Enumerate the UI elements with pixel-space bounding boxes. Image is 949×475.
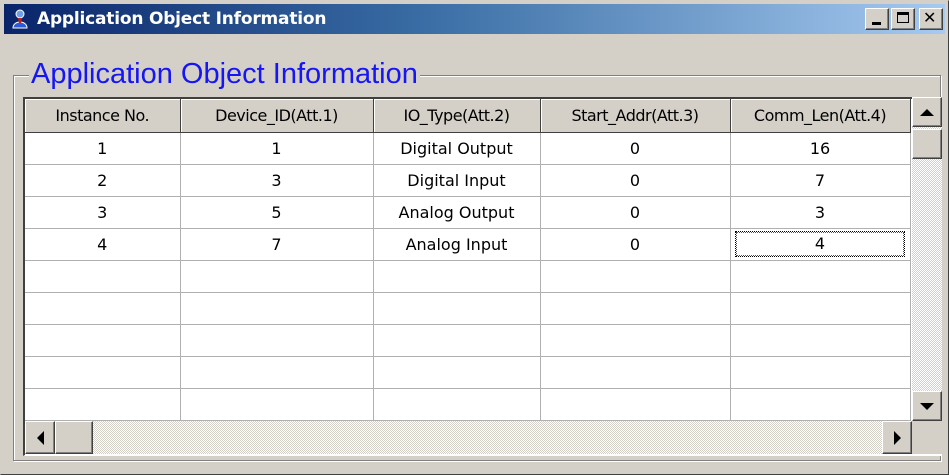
application-window: Application Object Information ✕ Applica… (0, 0, 949, 475)
arrow-down-icon (920, 402, 934, 410)
table-cell[interactable]: 4 (25, 228, 181, 261)
table-cell[interactable]: Analog Input (373, 228, 541, 261)
group-title: Application Object Information (29, 57, 420, 91)
table-cell[interactable]: 0 (540, 132, 731, 165)
vertical-scrollbar[interactable] (912, 97, 942, 421)
focused-cell[interactable]: 4 (730, 228, 911, 261)
table-cell[interactable]: 7 (730, 164, 911, 197)
vertical-scroll-thumb[interactable] (912, 129, 942, 159)
empty-cell[interactable] (25, 292, 181, 325)
maximize-icon (897, 12, 909, 23)
empty-cell[interactable] (540, 356, 731, 389)
data-grid[interactable]: Instance No. Device_ID(Att.1) IO_Type(At… (23, 97, 942, 456)
column-header-instance-no[interactable]: Instance No. (25, 99, 181, 133)
data-table: Instance No. Device_ID(Att.1) IO_Type(At… (25, 99, 911, 453)
empty-cell[interactable] (180, 292, 374, 325)
empty-row[interactable] (25, 356, 911, 389)
empty-cell[interactable] (730, 260, 911, 293)
table-cell[interactable]: 0 (540, 228, 731, 261)
scroll-down-button[interactable] (912, 391, 942, 421)
empty-cell[interactable] (730, 356, 911, 389)
table-row[interactable]: 1 1 Digital Output 0 16 (25, 132, 911, 165)
table-row[interactable]: 4 7 Analog Input 0 4 (25, 228, 911, 261)
empty-row[interactable] (25, 260, 911, 293)
empty-cell[interactable] (180, 260, 374, 293)
empty-cell[interactable] (730, 324, 911, 357)
arrow-left-icon (36, 430, 44, 445)
empty-cell[interactable] (373, 356, 541, 389)
focused-cell-value: 4 (735, 231, 905, 257)
window-controls: ✕ (865, 8, 943, 30)
table-cell[interactable]: 1 (25, 132, 181, 165)
title-bar[interactable]: Application Object Information ✕ (4, 4, 945, 34)
column-header-device-id[interactable]: Device_ID(Att.1) (180, 99, 374, 133)
window-title: Application Object Information (37, 9, 327, 29)
minimize-button[interactable] (865, 8, 889, 30)
table-cell[interactable]: 3 (730, 196, 911, 229)
empty-cell[interactable] (730, 292, 911, 325)
table-cell[interactable]: 2 (25, 164, 181, 197)
empty-cell[interactable] (373, 388, 541, 421)
scrollbar-corner (912, 421, 942, 454)
empty-cell[interactable] (180, 388, 374, 421)
table-row[interactable]: 3 5 Analog Output 0 3 (25, 196, 911, 229)
scroll-up-button[interactable] (912, 97, 942, 127)
column-header-comm-len[interactable]: Comm_Len(Att.4) (730, 99, 911, 133)
empty-row[interactable] (25, 292, 911, 325)
empty-cell[interactable] (730, 388, 911, 421)
empty-cell[interactable] (180, 324, 374, 357)
empty-cell[interactable] (373, 292, 541, 325)
table-row[interactable]: 2 3 Digital Input 0 7 (25, 164, 911, 197)
empty-cell[interactable] (25, 388, 181, 421)
close-icon: ✕ (923, 8, 937, 27)
table-cell[interactable]: 5 (180, 196, 374, 229)
horizontal-scroll-thumb[interactable] (55, 421, 93, 454)
close-button[interactable]: ✕ (919, 8, 943, 30)
app-user-icon (12, 9, 28, 29)
table-cell[interactable]: Analog Output (373, 196, 541, 229)
table-cell[interactable]: 0 (540, 196, 731, 229)
table-cell[interactable]: Digital Output (373, 132, 541, 165)
empty-cell[interactable] (540, 292, 731, 325)
empty-cell[interactable] (540, 388, 731, 421)
table-cell[interactable]: Digital Input (373, 164, 541, 197)
header-row: Instance No. Device_ID(Att.1) IO_Type(At… (25, 99, 911, 133)
minimize-icon (872, 22, 881, 25)
table-cell[interactable]: 7 (180, 228, 374, 261)
empty-cell[interactable] (540, 324, 731, 357)
horizontal-scrollbar[interactable] (25, 421, 912, 454)
table-cell[interactable]: 16 (730, 132, 911, 165)
empty-cell[interactable] (180, 356, 374, 389)
scroll-left-button[interactable] (25, 421, 55, 454)
table-cell[interactable]: 1 (180, 132, 374, 165)
maximize-button[interactable] (891, 8, 915, 30)
column-header-io-type[interactable]: IO_Type(Att.2) (373, 99, 541, 133)
empty-cell[interactable] (540, 260, 731, 293)
empty-cell[interactable] (25, 356, 181, 389)
arrow-right-icon (893, 430, 901, 445)
table-cell[interactable]: 3 (180, 164, 374, 197)
arrow-up-icon (920, 108, 934, 116)
table-cell[interactable]: 3 (25, 196, 181, 229)
empty-cell[interactable] (373, 324, 541, 357)
table-cell[interactable]: 0 (540, 164, 731, 197)
empty-cell[interactable] (25, 324, 181, 357)
empty-row[interactable] (25, 388, 911, 421)
column-header-start-addr[interactable]: Start_Addr(Att.3) (540, 99, 731, 133)
empty-cell[interactable] (373, 260, 541, 293)
empty-cell[interactable] (25, 260, 181, 293)
scroll-right-button[interactable] (882, 421, 912, 454)
empty-row[interactable] (25, 324, 911, 357)
